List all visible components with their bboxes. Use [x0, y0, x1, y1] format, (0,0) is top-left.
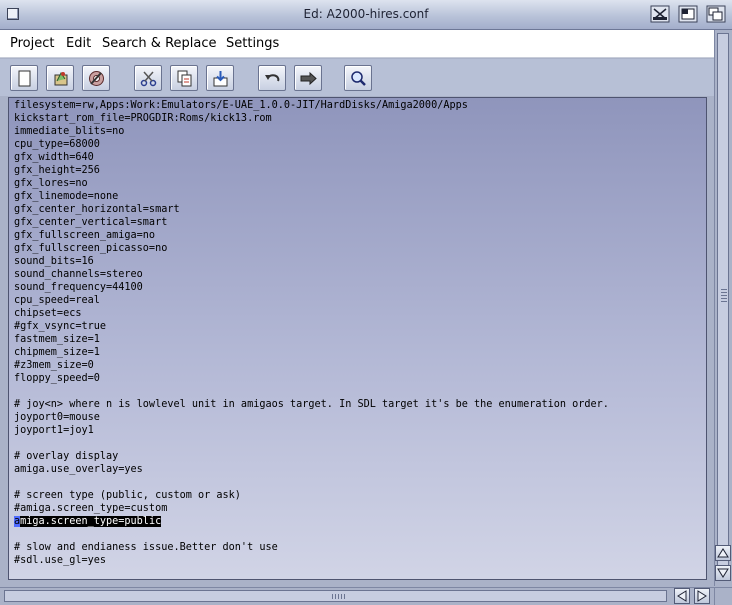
text-editor-area[interactable]: filesystem=rw,Apps:Work:Emulators/E-UAE_… [8, 97, 707, 580]
iconify-icon [650, 5, 670, 23]
text-line: sound_bits=16 [14, 256, 94, 267]
depth-button[interactable] [706, 5, 726, 23]
window-title: Ed: A2000-hires.conf [303, 7, 429, 21]
text-line: gfx_fullscreen_picasso=no [14, 243, 168, 254]
text-line: # overlay display [14, 451, 119, 462]
menu-project[interactable]: Project [10, 36, 54, 51]
vertical-grip-icon [721, 289, 727, 303]
text-line [14, 528, 609, 541]
paste-button[interactable] [206, 65, 234, 91]
menu-settings[interactable]: Settings [226, 36, 279, 51]
save-button[interactable] [82, 65, 110, 91]
scroll-left-button[interactable] [674, 588, 690, 604]
new-button[interactable] [10, 65, 38, 91]
text-line: # joy<n> where n is lowlevel unit in ami… [14, 399, 609, 410]
text-line: #sdl.use_gl=yes [14, 555, 107, 566]
cut-icon [140, 71, 157, 87]
redo-icon [300, 71, 317, 86]
open-button[interactable] [46, 65, 74, 91]
text-line: amiga.use_overlay=yes [14, 464, 143, 475]
selected-text: miga.screen_type=public [20, 516, 162, 527]
arrow-up-icon [717, 548, 729, 558]
horizontal-scroll-knob[interactable] [4, 590, 667, 602]
arrow-left-icon [677, 590, 687, 602]
text-lines: filesystem=rw,Apps:Work:Emulators/E-UAE_… [14, 99, 609, 567]
undo-icon [265, 74, 280, 82]
copy-icon [177, 70, 192, 87]
text-line: cpu_type=68000 [14, 139, 100, 150]
title-bar[interactable]: Ed: A2000-hires.conf [0, 0, 732, 30]
text-line: immediate_blits=no [14, 126, 125, 137]
text-line: fastmem_size=1 [14, 334, 100, 345]
text-line: kickstart_rom_file=PROGDIR:Roms/kick13.r… [14, 113, 272, 124]
text-line: amiga.screen_type=public [14, 515, 609, 528]
text-line: cpu_speed=real [14, 295, 100, 306]
text-line: gfx_center_horizontal=smart [14, 204, 180, 215]
horizontal-scrollbar[interactable] [0, 587, 732, 605]
save-icon [89, 71, 104, 86]
arrow-down-icon [717, 568, 729, 578]
text-line: # slow and endianess issue.Better don't … [14, 542, 278, 553]
horizontal-grip-icon [332, 594, 346, 599]
text-line: chipmem_size=1 [14, 347, 100, 358]
search-button[interactable] [344, 65, 372, 91]
text-line [14, 476, 609, 489]
size-gadget[interactable] [714, 588, 732, 605]
menu-edit[interactable]: Edit [66, 36, 91, 51]
menu-search-replace[interactable]: Search & Replace [102, 36, 217, 51]
scroll-right-button[interactable] [694, 588, 710, 604]
text-line: gfx_lores=no [14, 178, 88, 189]
text-line: joyport0=mouse [14, 412, 100, 423]
toolbar [0, 59, 714, 96]
cut-button[interactable] [134, 65, 162, 91]
text-line: joyport1=joy1 [14, 425, 94, 436]
text-line: floppy_speed=0 [14, 373, 100, 384]
zoom-button[interactable] [678, 5, 698, 23]
scroll-up-button[interactable] [715, 545, 731, 561]
text-line: gfx_height=256 [14, 165, 100, 176]
text-line [14, 385, 609, 398]
iconify-button[interactable] [650, 5, 670, 23]
undo-button[interactable] [258, 65, 286, 91]
text-line [14, 437, 609, 450]
arrow-right-icon [697, 590, 707, 602]
new-icon [18, 70, 31, 87]
search-icon [351, 71, 366, 86]
text-line: gfx_center_vertical=smart [14, 217, 168, 228]
vertical-scroll-knob[interactable] [717, 33, 729, 569]
open-icon [54, 72, 68, 86]
paste-icon [213, 71, 228, 87]
scroll-down-button[interactable] [715, 565, 731, 581]
menu-bar: Project Edit Search & Replace Settings [0, 30, 714, 58]
text-line: gfx_fullscreen_amiga=no [14, 230, 156, 241]
text-line: filesystem=rw,Apps:Work:Emulators/E-UAE_… [14, 100, 468, 111]
redo-button[interactable] [294, 65, 322, 91]
text-line: sound_channels=stereo [14, 269, 143, 280]
text-line: gfx_width=640 [14, 152, 94, 163]
text-line: #amiga.screen_type=custom [14, 503, 168, 514]
text-line: #gfx_vsync=true [14, 321, 107, 332]
text-line: # screen type (public, custom or ask) [14, 490, 241, 501]
text-line: gfx_linemode=none [14, 191, 119, 202]
copy-button[interactable] [170, 65, 198, 91]
vertical-scrollbar[interactable] [714, 30, 732, 586]
depth-icon [706, 5, 726, 23]
text-line: #z3mem_size=0 [14, 360, 94, 371]
text-line: chipset=ecs [14, 308, 82, 319]
text-line: sound_frequency=44100 [14, 282, 143, 293]
zoom-icon [678, 5, 698, 23]
